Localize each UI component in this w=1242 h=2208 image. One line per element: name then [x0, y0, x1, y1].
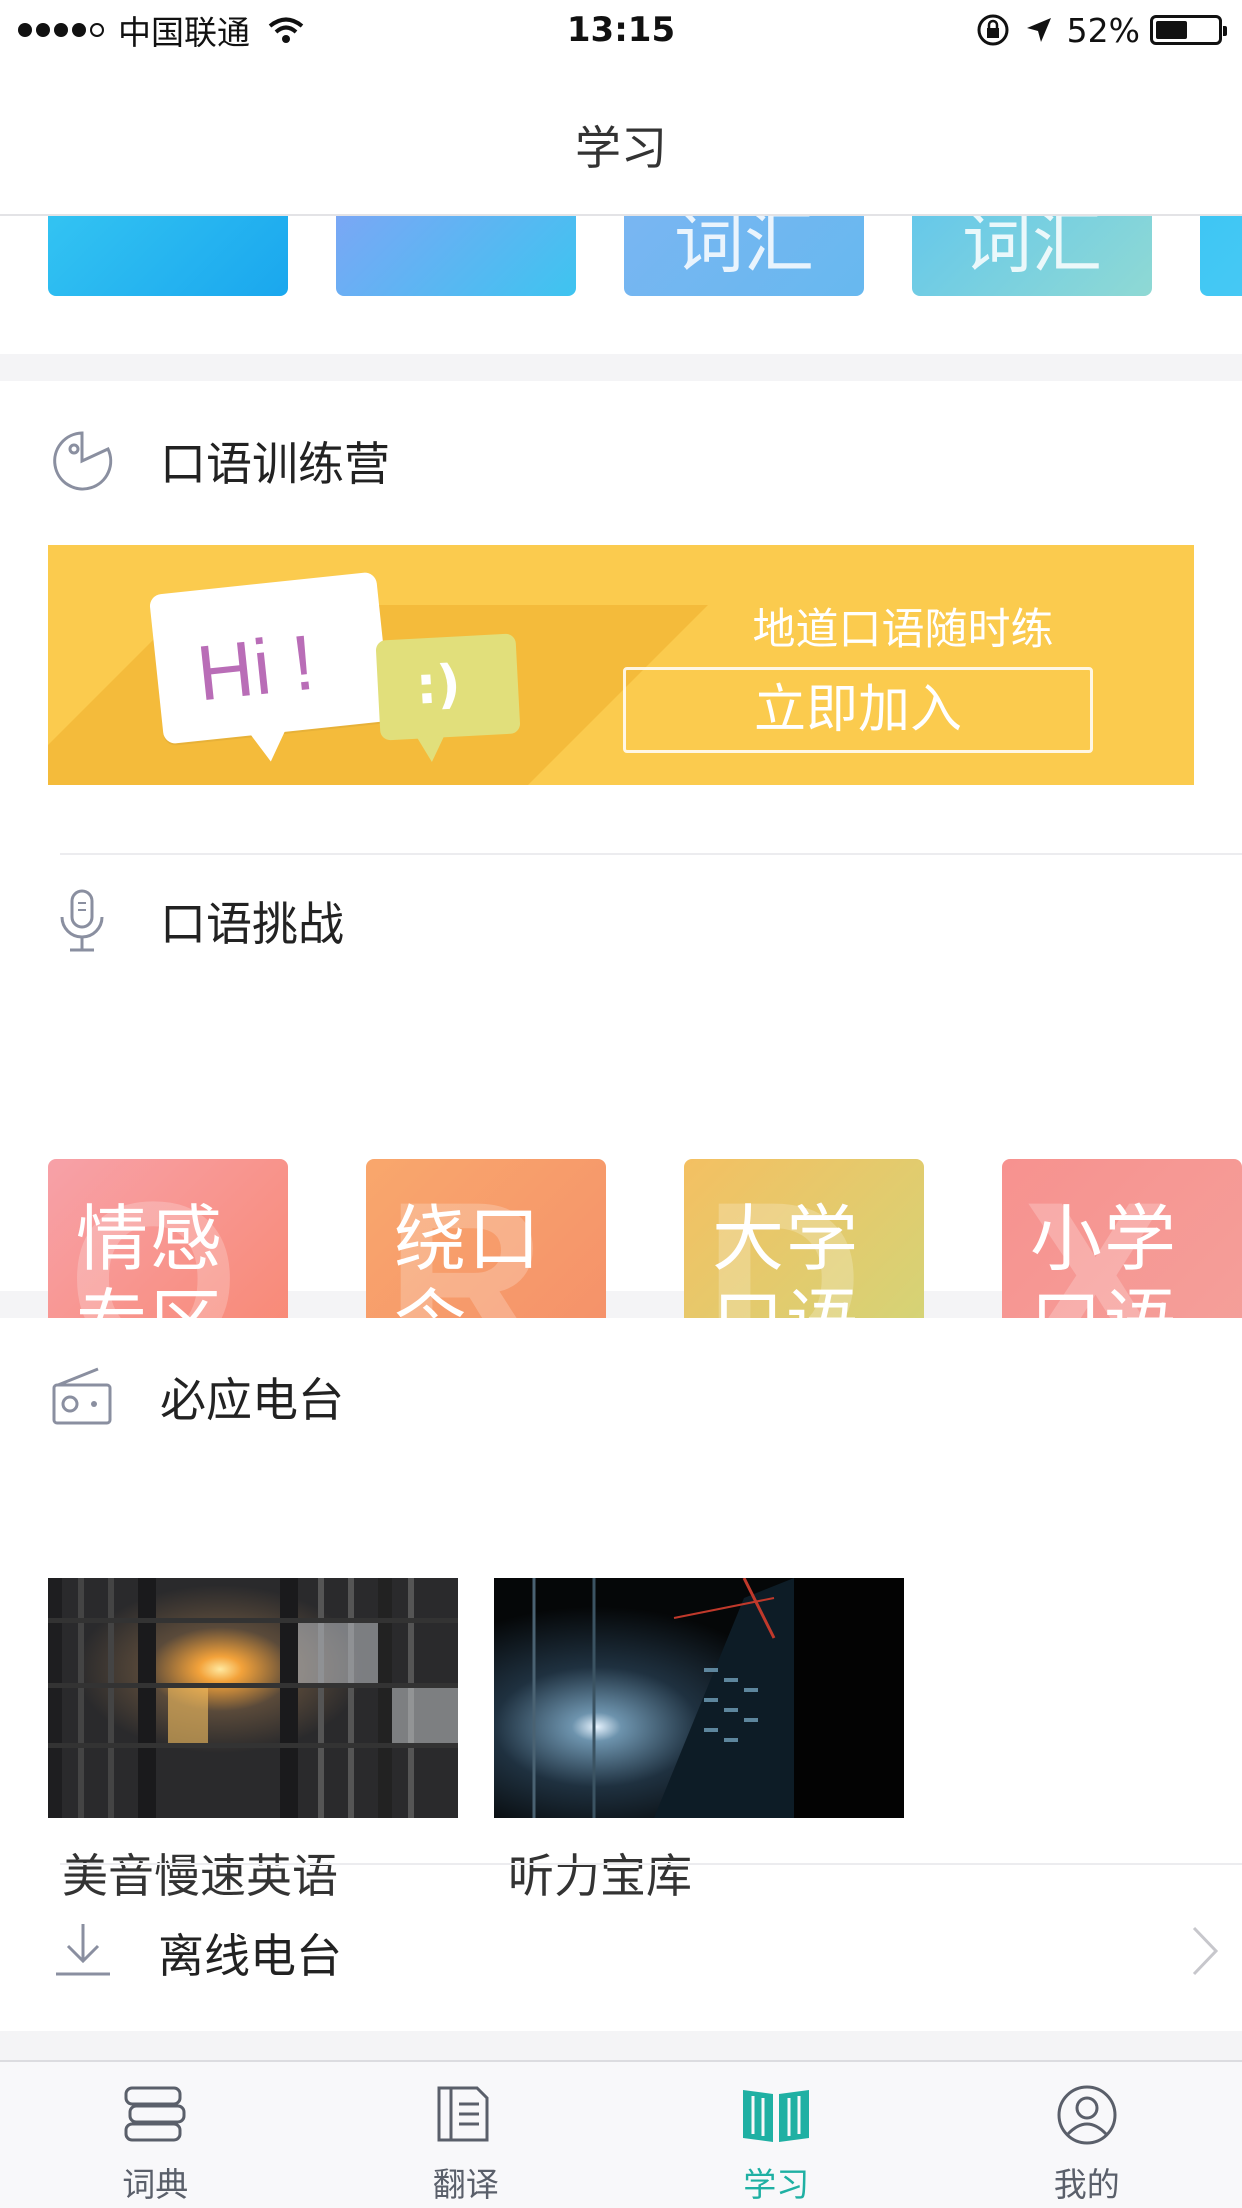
microphone-icon [60, 889, 104, 952]
join-now-button[interactable]: 立即加入 [623, 667, 1093, 753]
smile-text: :) [414, 654, 463, 717]
book-icon [743, 2090, 810, 2142]
banner-slogan: 地道口语随时练 [752, 605, 1054, 655]
smile-bubble: :) [375, 633, 521, 763]
tab-label: 翻译 [432, 2165, 499, 2204]
status-right: 52% [975, 10, 1227, 50]
orientation-lock-icon [977, 14, 1009, 46]
speaking-challenge-header: 口语挑战 [48, 886, 344, 956]
download-icon [56, 1924, 110, 1976]
offline-radio-label: 离线电台 [158, 1929, 342, 1983]
radio-item-slow-english[interactable]: 美音慢速英语 [48, 1578, 458, 1906]
dictionary-icon [124, 2086, 186, 2142]
speaking-camp-title: 口语训练营 [160, 437, 390, 491]
tab-translate[interactable]: 翻译 [311, 2062, 622, 2208]
speaking-camp-header: 口语训练营 [48, 426, 390, 496]
speaking-challenge-title: 口语挑战 [160, 897, 344, 951]
top-cards-section: 词汇 词汇 [0, 216, 1242, 354]
radio-section: 必应电台 美音慢速英语 听力宝库 离线电台 [0, 1318, 1242, 2031]
top-card[interactable] [336, 216, 576, 296]
translate-icon [437, 2086, 489, 2142]
learn-scroll-content[interactable]: 词汇 词汇 口语训练营 Hi ! :) 地道口语随时练 立即加入 口语挑战 Q … [0, 216, 1242, 2060]
tab-bar: 词典 翻译 学习 我的 [0, 2060, 1242, 2208]
radio-item-listening-library[interactable]: 听力宝库 [494, 1578, 904, 1906]
tab-me[interactable]: 我的 [932, 2062, 1242, 2208]
status-bar: 中国联通 13:15 52% [0, 0, 1242, 62]
radio-cover-image [48, 1578, 458, 1818]
radio-title: 必应电台 [160, 1373, 344, 1427]
battery-percent: 52% [1066, 10, 1140, 50]
radio-header: 必应电台 [48, 1362, 344, 1432]
pacman-icon [53, 431, 113, 491]
tab-label: 词典 [122, 2165, 189, 2204]
top-card[interactable] [48, 216, 288, 296]
page-title: 学习 [575, 121, 667, 175]
divider [60, 853, 1242, 855]
top-card-vocabulary[interactable]: 词汇 [624, 216, 864, 296]
navigation-bar: 学习 [0, 62, 1242, 216]
speaking-camp-banner[interactable]: Hi ! :) 地道口语随时练 立即加入 [48, 545, 1194, 785]
location-arrow-icon [1026, 18, 1051, 42]
hi-bubble: Hi ! [148, 571, 392, 764]
chevron-right-icon [1192, 1926, 1219, 1976]
hi-text: Hi ! [192, 617, 319, 718]
radio-icon [52, 1367, 112, 1425]
tab-label: 我的 [1053, 2165, 1120, 2204]
radio-cover-image [494, 1578, 904, 1818]
divider [60, 1863, 1242, 1865]
top-card[interactable] [1200, 216, 1242, 296]
speaking-section: 口语训练营 Hi ! :) 地道口语随时练 立即加入 口语挑战 Q 情感 R 绕… [0, 381, 1242, 1399]
tab-dictionary[interactable]: 词典 [0, 2062, 311, 2208]
offline-radio-row[interactable]: 离线电台 [0, 1866, 1242, 2032]
top-card-vocabulary[interactable]: 词汇 [912, 216, 1152, 296]
tab-label: 学习 [743, 2165, 810, 2204]
tab-learn[interactable]: 学习 [621, 2062, 932, 2208]
battery-icon [1150, 15, 1227, 45]
profile-icon [1057, 2085, 1117, 2145]
